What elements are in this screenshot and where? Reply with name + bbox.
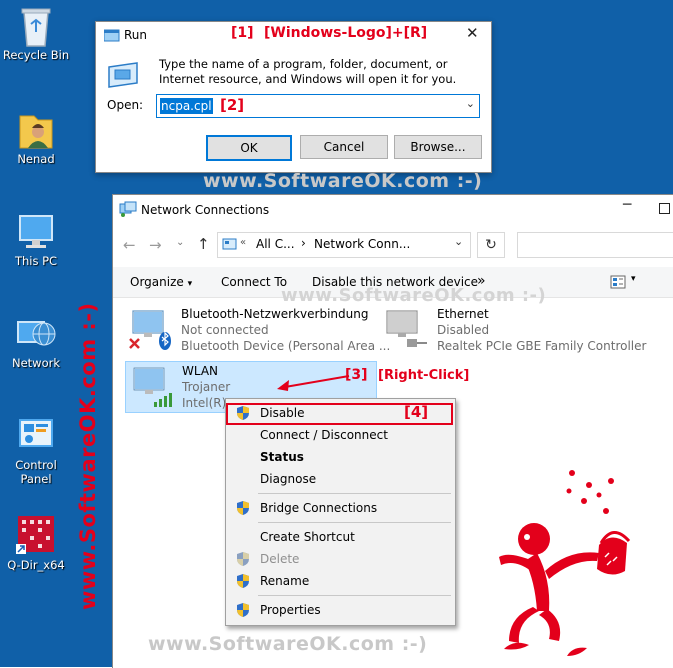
annotation-3: [3] bbox=[345, 367, 368, 383]
desktop-icon-network[interactable]: Network bbox=[0, 312, 72, 370]
uac-shield-icon bbox=[237, 603, 249, 617]
menu-item-bridge-connections[interactable]: Bridge Connections bbox=[226, 498, 455, 518]
menu-item-delete[interactable]: Delete bbox=[226, 549, 455, 569]
search-input[interactable] bbox=[517, 232, 673, 258]
q-dir-icon bbox=[16, 514, 56, 554]
cancel-button[interactable]: Cancel bbox=[300, 135, 388, 159]
back-arrow-icon[interactable]: ← bbox=[123, 236, 136, 254]
breadcrumb-network-connections[interactable]: Network Conn... bbox=[314, 237, 410, 251]
menu-separator bbox=[258, 493, 451, 494]
desktop-icon-user-folder[interactable]: Nenad bbox=[0, 108, 72, 166]
ok-button[interactable]: OK bbox=[206, 135, 292, 161]
control-panel-icon bbox=[16, 414, 56, 454]
desktop-icon-recycle-bin[interactable]: Recycle Bin bbox=[0, 4, 72, 62]
maximize-icon[interactable] bbox=[659, 203, 670, 214]
annotation-1: [1] bbox=[231, 25, 254, 41]
open-label: Open: bbox=[107, 98, 144, 112]
annotation-2: [2] bbox=[220, 96, 245, 114]
desktop-icon-control-panel[interactable]: Control Panel bbox=[0, 414, 72, 486]
chevron-down-icon[interactable]: ⌄ bbox=[454, 235, 463, 248]
run-dialog: Run [1] [Windows-Logo]+[R] ✕ Type the na… bbox=[95, 21, 492, 173]
menu-item-status[interactable]: Status bbox=[226, 447, 455, 467]
user-folder-icon bbox=[16, 108, 56, 149]
run-icon bbox=[104, 29, 120, 42]
browse-button[interactable]: Browse... bbox=[394, 135, 482, 159]
menu-item-diagnose[interactable]: Diagnose bbox=[226, 469, 455, 489]
view-options-icon[interactable] bbox=[610, 275, 626, 289]
connection-item-ethernet[interactable]: Ethernet Disabled Realtek PCIe GBE Famil… bbox=[381, 307, 646, 353]
desktop-icon-q-dir[interactable]: Q-Dir_x64 bbox=[0, 514, 72, 572]
ethernet-disabled-icon bbox=[386, 310, 427, 347]
watermark-bottom: www.SoftwareOK.com :-) bbox=[148, 633, 428, 655]
watermark-middle: www.SoftwareOK.com :-) bbox=[281, 285, 547, 306]
menu-item-disable[interactable]: Disable [4] bbox=[226, 403, 455, 425]
computer-icon bbox=[16, 210, 56, 250]
desktop-icon-label: This PC bbox=[14, 254, 58, 268]
connection-status: Trojaner bbox=[182, 380, 231, 394]
menu-item-label: Disable bbox=[260, 406, 305, 420]
run-program-icon bbox=[108, 62, 138, 88]
close-icon[interactable]: ✕ bbox=[466, 24, 479, 42]
annotation-arrow bbox=[277, 375, 350, 391]
breadcrumb-separator: « bbox=[240, 237, 247, 248]
recent-dropdown-icon[interactable]: ⌄ bbox=[176, 237, 184, 248]
address-bar[interactable]: « All C... › Network Conn... ⌄ bbox=[217, 232, 471, 258]
connection-name: WLAN bbox=[182, 364, 219, 378]
open-combobox[interactable]: ncpa.cpl [2] ⌄ bbox=[156, 94, 480, 118]
menu-item-connect-disconnect[interactable]: Connect / Disconnect bbox=[226, 425, 455, 445]
annotation-3-text: [Right-Click] bbox=[378, 368, 470, 383]
running-figure-decoration bbox=[499, 470, 631, 656]
breadcrumb-separator: › bbox=[301, 236, 306, 250]
menu-item-rename[interactable]: Rename bbox=[226, 571, 455, 591]
organize-button[interactable]: Organize ▾ bbox=[130, 275, 192, 289]
desktop-icon-label: Recycle Bin bbox=[2, 48, 70, 62]
view-dropdown-icon[interactable]: ▾ bbox=[631, 274, 636, 284]
forward-arrow-icon[interactable]: → bbox=[149, 236, 162, 254]
connection-status: Not connected bbox=[181, 323, 269, 337]
annotation-4: [4] bbox=[404, 403, 429, 421]
connection-name: Bluetooth-Netzwerkverbindung bbox=[181, 307, 369, 321]
watermark-vertical: www.SoftwareOK.com :-) bbox=[76, 302, 100, 610]
uac-shield-icon bbox=[237, 406, 249, 420]
bluetooth-network-icon bbox=[129, 310, 171, 350]
desktop-icon-label: Nenad bbox=[17, 152, 55, 166]
desktop-icon-this-pc[interactable]: This PC bbox=[0, 210, 72, 268]
connection-device: Realtek PCIe GBE Family Controller bbox=[437, 339, 647, 353]
run-description: Type the name of a program, folder, docu… bbox=[159, 57, 457, 86]
window-title: Network Connections bbox=[141, 203, 270, 217]
annotation-1-text: [Windows-Logo]+[R] bbox=[264, 25, 428, 41]
minimize-icon[interactable]: ─ bbox=[623, 197, 631, 213]
control-panel-icon bbox=[222, 238, 237, 250]
menu-separator bbox=[258, 522, 451, 523]
connection-item-bluetooth[interactable]: Bluetooth-Netzwerkverbindung Not connect… bbox=[127, 307, 390, 353]
wlan-network-icon bbox=[133, 367, 172, 407]
context-menu: Disable [4] Connect / Disconnect Status … bbox=[225, 398, 456, 626]
connect-to-button[interactable]: Connect To bbox=[221, 275, 287, 289]
desktop-icon-label: Control Panel bbox=[15, 458, 57, 486]
connection-device: Intel(R) bbox=[182, 396, 227, 410]
connection-name: Ethernet bbox=[437, 307, 489, 321]
open-input-value[interactable]: ncpa.cpl bbox=[160, 98, 213, 114]
menu-item-properties[interactable]: Properties bbox=[226, 600, 455, 620]
recycle-bin-icon bbox=[16, 4, 56, 47]
desktop-icon-label: Q-Dir_x64 bbox=[7, 558, 65, 572]
network-globe-icon bbox=[16, 312, 56, 352]
uac-shield-icon bbox=[237, 574, 249, 588]
network-connections-icon bbox=[119, 201, 137, 217]
watermark-top: www.SoftwareOK.com :-) bbox=[203, 170, 483, 192]
desktop-icon-label: Network bbox=[11, 356, 61, 370]
run-dialog-title: Run bbox=[124, 28, 148, 42]
uac-shield-icon bbox=[237, 552, 249, 566]
uac-shield-icon bbox=[237, 501, 249, 515]
menu-item-create-shortcut[interactable]: Create Shortcut bbox=[226, 527, 455, 547]
connection-device: Bluetooth Device (Personal Area ... bbox=[181, 339, 391, 353]
breadcrumb-all-control-panel[interactable]: All C... bbox=[256, 237, 295, 251]
menu-separator bbox=[258, 595, 451, 596]
refresh-icon[interactable]: ↻ bbox=[477, 232, 505, 258]
up-arrow-icon[interactable]: ↑ bbox=[197, 235, 210, 253]
connection-status: Disabled bbox=[437, 323, 490, 337]
chevron-down-icon[interactable]: ⌄ bbox=[466, 97, 475, 110]
